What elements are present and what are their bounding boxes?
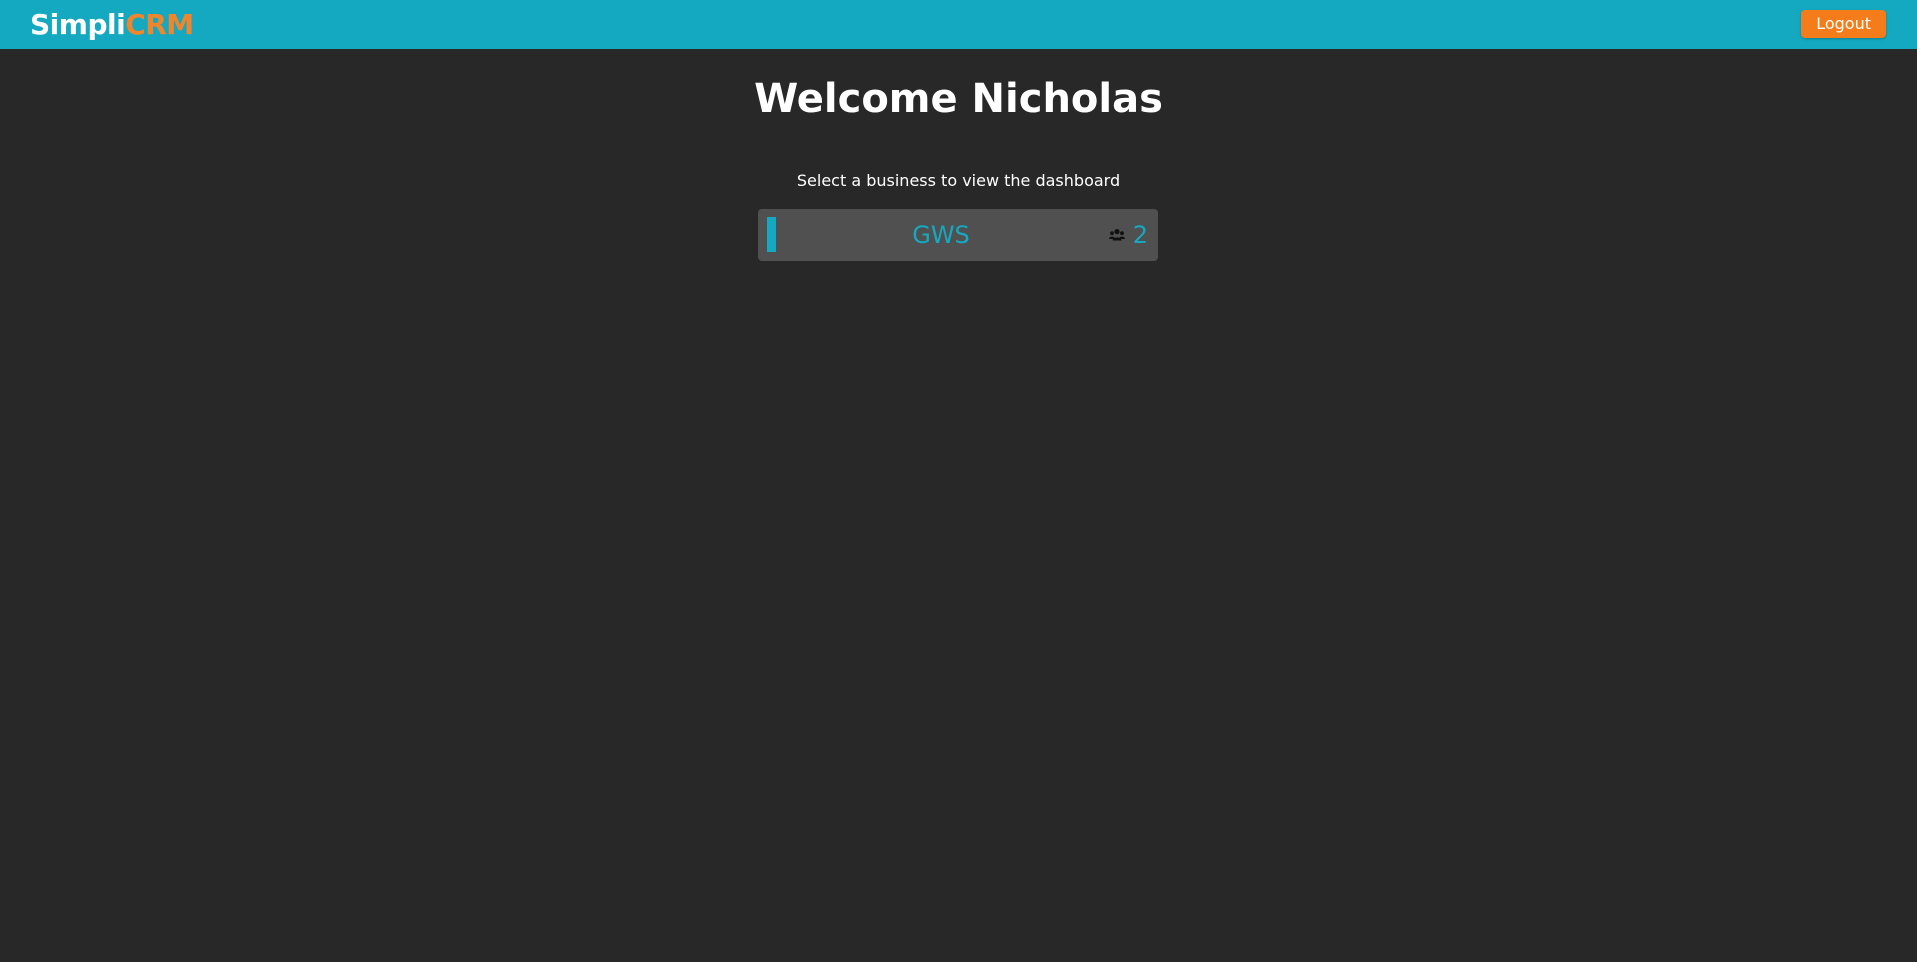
logout-button[interactable]: Logout bbox=[1801, 10, 1886, 38]
brand-logo[interactable]: SimpliCRM bbox=[30, 8, 194, 42]
business-user-count-value: 2 bbox=[1132, 221, 1148, 249]
brand-logo-part1: Simpli bbox=[30, 8, 126, 41]
business-name: GWS bbox=[912, 221, 970, 249]
users-icon bbox=[1108, 229, 1125, 241]
brand-logo-part2: CRM bbox=[125, 8, 194, 41]
business-user-count: 2 bbox=[1108, 209, 1148, 261]
page-title: Welcome Nicholas bbox=[754, 76, 1163, 122]
page-subtitle: Select a business to view the dashboard bbox=[796, 171, 1121, 190]
top-navbar: SimpliCRM Logout bbox=[0, 0, 1917, 49]
business-card-gws[interactable]: GWS 2 bbox=[758, 209, 1158, 261]
